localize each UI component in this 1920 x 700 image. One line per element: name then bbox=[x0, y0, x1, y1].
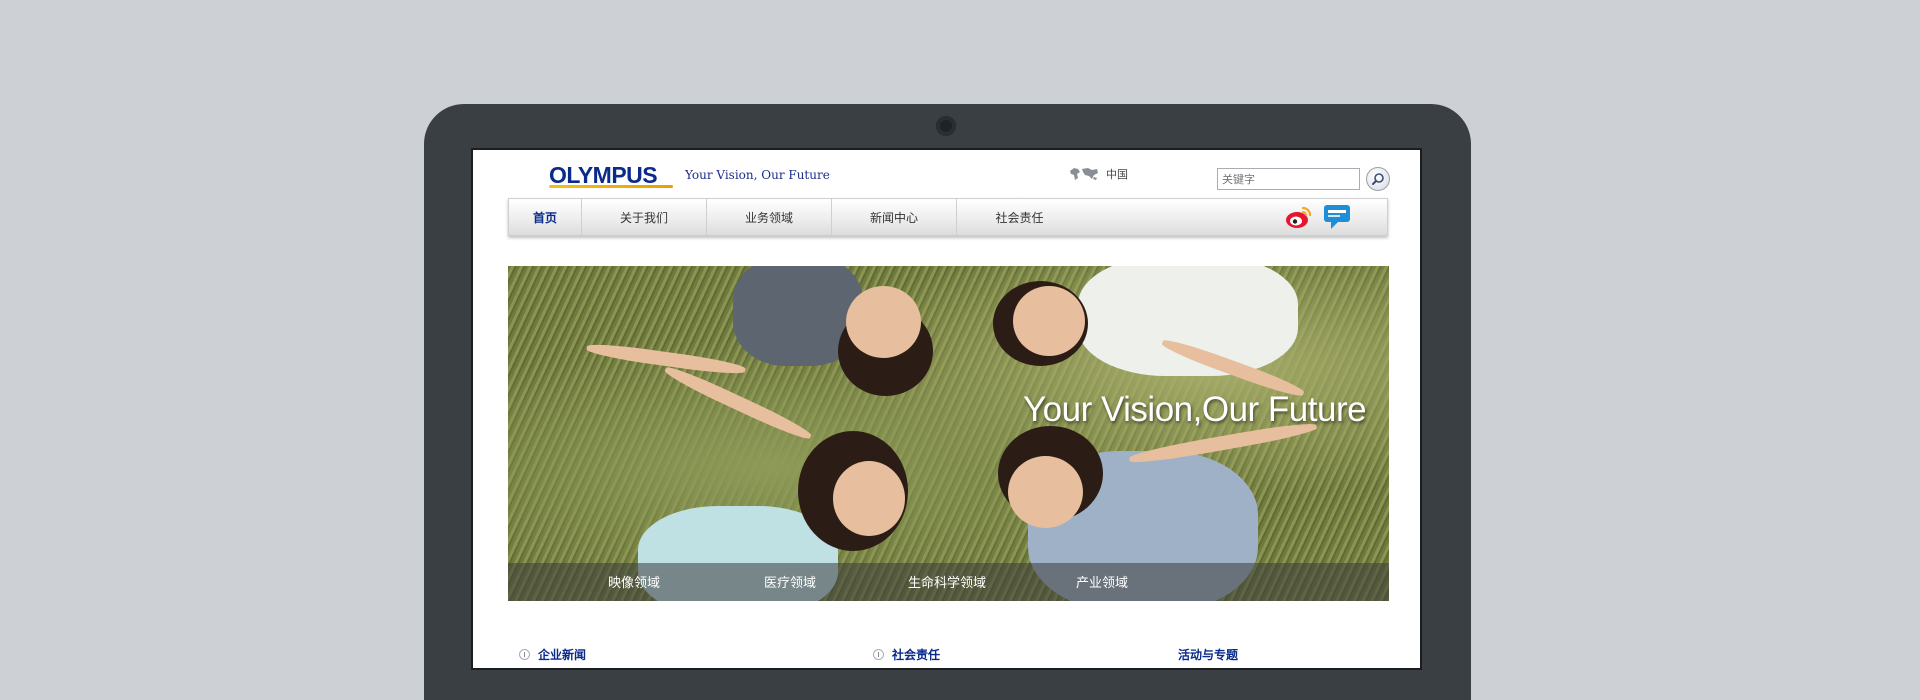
search-icon bbox=[1372, 173, 1384, 185]
nav-item-home[interactable]: 首页 bbox=[509, 199, 582, 235]
nav-item-about[interactable]: 关于我们 bbox=[582, 199, 707, 235]
social-links bbox=[1285, 204, 1351, 230]
banner-title: Your Vision,Our Future bbox=[1023, 390, 1367, 429]
nav-item-responsibility[interactable]: 社会责任 bbox=[957, 199, 1082, 235]
laptop-frame: OLYMPUS Your Vision, Our Future 中国 首页 关于… bbox=[424, 104, 1471, 700]
region-selector[interactable]: 中国 bbox=[1068, 166, 1128, 182]
banner-category-bar: 映像领域 医疗领域 生命科学领域 产业领域 bbox=[508, 563, 1389, 601]
logo-underline bbox=[549, 185, 673, 188]
banner-link-industrial[interactable]: 产业领域 bbox=[1076, 572, 1128, 591]
nav-item-business[interactable]: 业务领域 bbox=[707, 199, 832, 235]
browser-screen: OLYMPUS Your Vision, Our Future 中国 首页 关于… bbox=[471, 148, 1422, 670]
section-title: 活动与专题 bbox=[1178, 648, 1239, 662]
power-icon bbox=[519, 649, 530, 660]
chat-bubble-icon[interactable] bbox=[1323, 204, 1351, 230]
power-icon bbox=[873, 649, 884, 660]
section-title: 社会责任 bbox=[892, 648, 941, 662]
section-title: 企业新闻 bbox=[538, 648, 587, 662]
banner-link-life-science[interactable]: 生命科学领域 bbox=[908, 572, 986, 591]
world-map-icon bbox=[1070, 168, 1098, 180]
main-nav: 首页 关于我们 业务领域 新闻中心 社会责任 bbox=[508, 198, 1388, 236]
section-company-news[interactable]: 企业新闻 bbox=[519, 646, 586, 663]
section-events[interactable]: 活动与专题 bbox=[1178, 646, 1238, 663]
search-button[interactable] bbox=[1366, 167, 1390, 191]
banner-link-medical[interactable]: 医疗领域 bbox=[764, 572, 816, 591]
camera-dot bbox=[936, 116, 956, 136]
hero-banner[interactable]: Your Vision,Our Future 映像领域 医疗领域 生命科学领域 … bbox=[508, 266, 1389, 601]
search-input[interactable] bbox=[1217, 168, 1360, 190]
banner-link-imaging[interactable]: 映像领域 bbox=[608, 572, 660, 591]
weibo-icon[interactable] bbox=[1285, 204, 1313, 230]
section-social-responsibility[interactable]: 社会责任 bbox=[873, 646, 940, 663]
nav-item-news[interactable]: 新闻中心 bbox=[832, 199, 957, 235]
tagline: Your Vision, Our Future bbox=[685, 168, 830, 182]
region-label: 中国 bbox=[1106, 168, 1128, 181]
